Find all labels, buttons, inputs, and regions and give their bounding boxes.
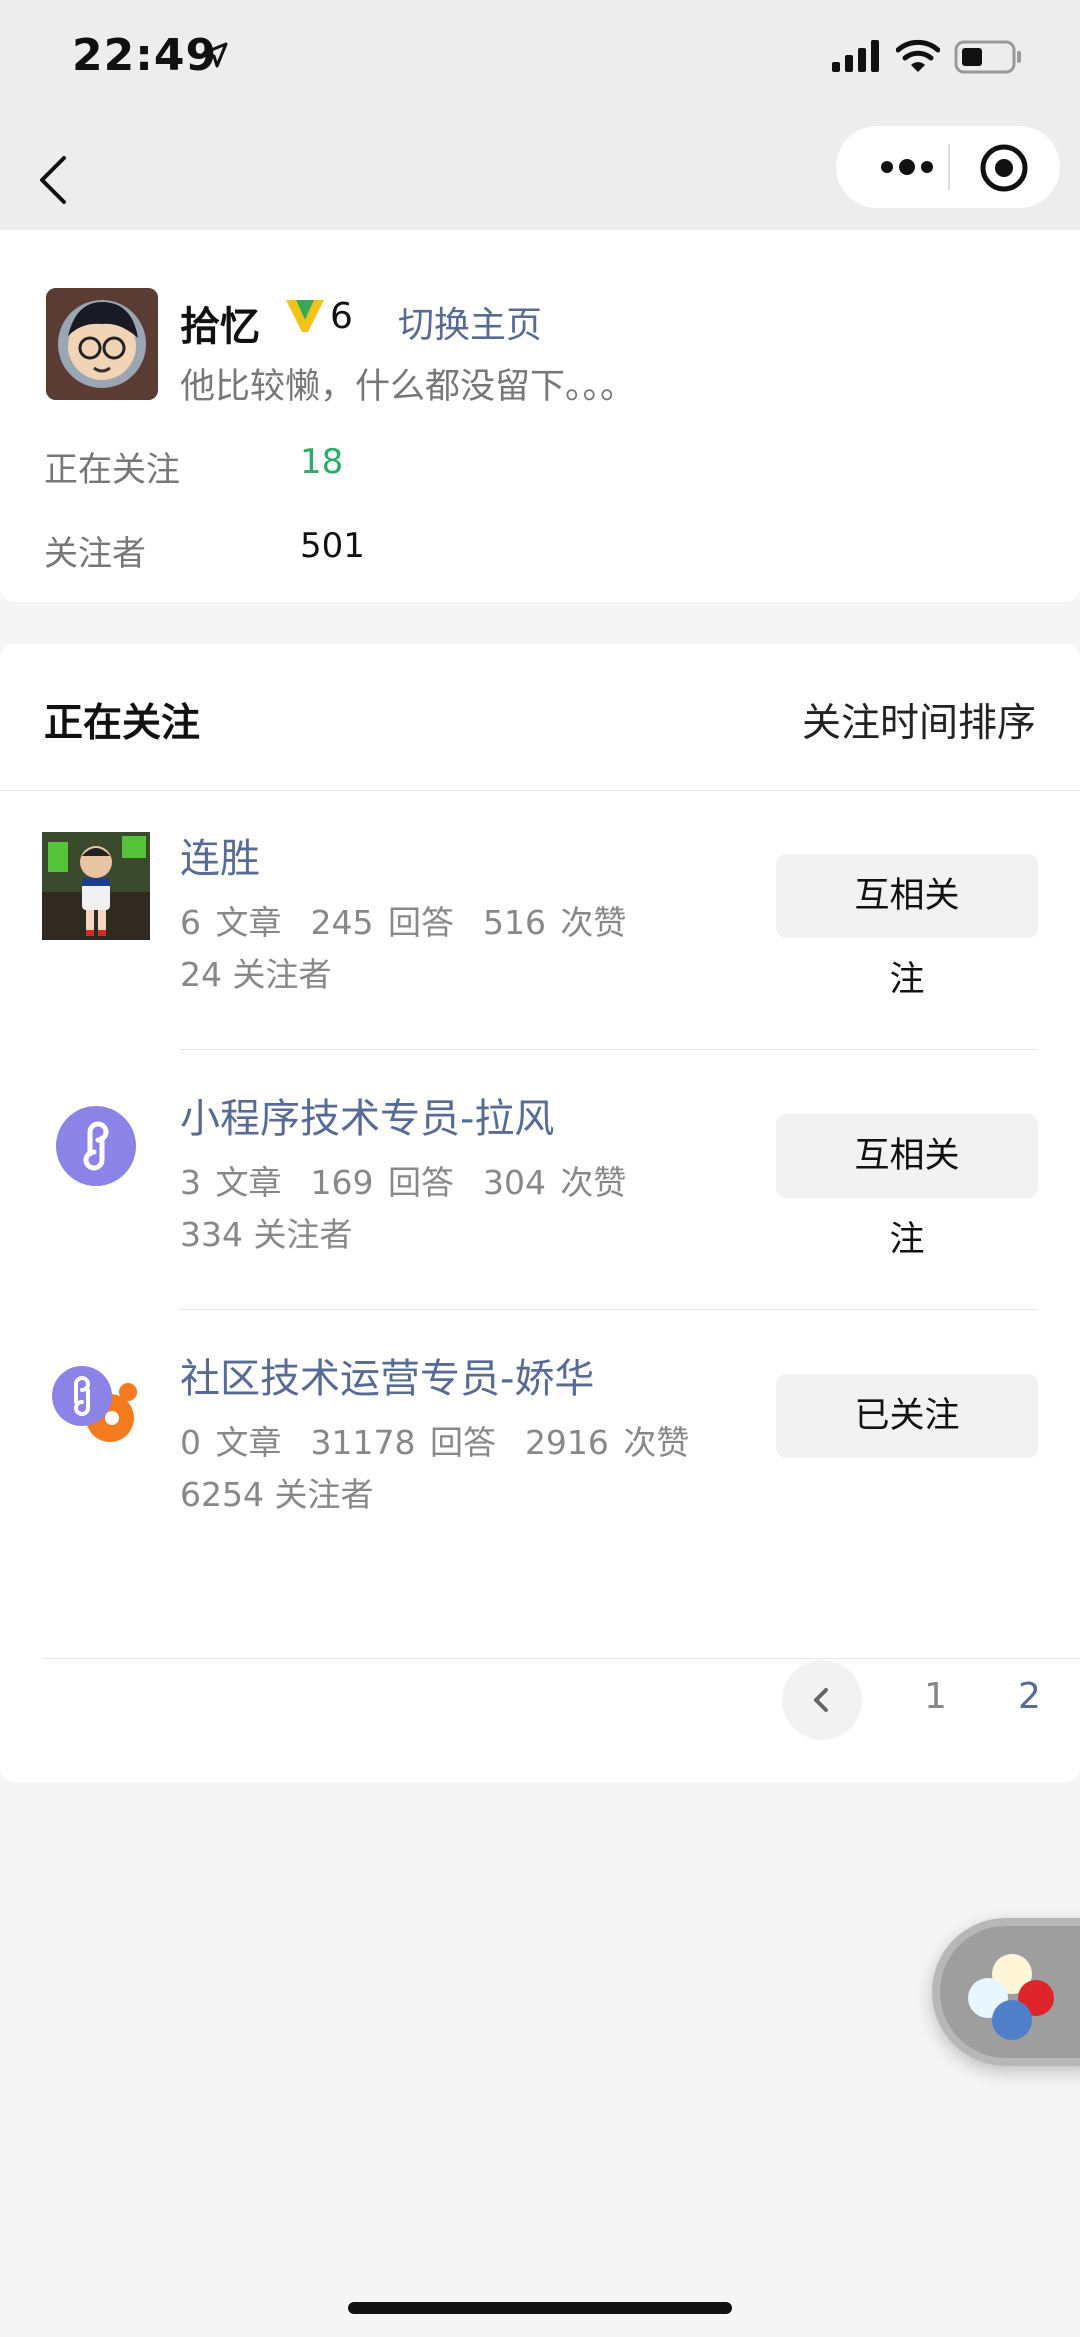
more-dots-icon[interactable] [870, 144, 944, 190]
page-2-button[interactable]: 2 [1018, 1676, 1041, 1717]
following-count[interactable]: 18 [300, 442, 343, 482]
divider [42, 1658, 1080, 1659]
user-stats: 6 文章 245 回答 516 次赞 [180, 896, 626, 944]
username: 拾忆 [180, 304, 260, 350]
following-label[interactable]: 正在关注 [44, 442, 180, 491]
wifi-icon [896, 39, 940, 72]
floating-apps-icon [968, 1954, 1054, 2040]
answers-count: 245 回答 [310, 903, 454, 942]
followers-label[interactable]: 关注者 [44, 526, 146, 575]
user-name[interactable]: 社区技术运营专员-娇华 [180, 1346, 594, 1404]
location-arrow-icon [202, 42, 228, 68]
floating-window-bubble[interactable] [932, 1918, 1080, 2066]
miniprogram-link-icon [56, 1106, 136, 1186]
answers-count: 31178 回答 [310, 1423, 496, 1462]
follow-button-label: 已关注 [854, 1396, 960, 1436]
switch-homepage-link[interactable]: 切换主页 [398, 296, 542, 348]
profile-bio: 他比较懒，什么都没留下。。。 [180, 367, 636, 407]
followers-count[interactable]: 501 [300, 526, 365, 566]
floating-window-inner [940, 1926, 1080, 2058]
level-number: 6 [330, 296, 353, 337]
follow-button-label: 互相关 [854, 876, 960, 916]
follow-button-label-wrap: 注 [889, 1220, 925, 1260]
back-chevron-icon[interactable] [34, 150, 74, 210]
home-indicator [348, 2302, 732, 2314]
page-1-button[interactable]: 1 [924, 1676, 947, 1717]
following-list-card: 正在关注 关注时间排序 连胜 6 文章 245 回答 516 次赞 24 关注者… [0, 644, 1080, 1782]
chevron-left-icon [814, 1688, 828, 1712]
articles-count: 3 文章 [180, 1163, 282, 1202]
signal-icon [832, 40, 879, 72]
sort-by-follow-time-button[interactable]: 关注时间排序 [802, 692, 1036, 748]
follow-button-label-wrap: 注 [889, 960, 925, 1000]
answers-count: 169 回答 [310, 1163, 454, 1202]
mutual-follow-button[interactable]: 互相关 注 [776, 854, 1038, 1000]
user-stats: 3 文章 169 回答 304 次赞 [180, 1156, 626, 1204]
user-followers: 6254 关注者 [180, 1475, 374, 1514]
user-followers: 24 关注者 [180, 955, 332, 994]
avatar[interactable] [46, 288, 158, 400]
mutual-follow-button[interactable]: 互相关 注 [776, 1114, 1038, 1260]
list-item[interactable]: 小程序技术专员-拉风 3 文章 169 回答 304 次赞 334 关注者 互相… [0, 1050, 1080, 1310]
user-name[interactable]: 小程序技术专员-拉风 [180, 1086, 554, 1144]
articles-count: 6 文章 [180, 903, 282, 942]
battery-icon [954, 40, 1021, 74]
follow-button-label: 互相关 [854, 1136, 960, 1176]
user-stats: 0 文章 31178 回答 2916 次赞 [180, 1416, 689, 1464]
user-avatar [42, 832, 150, 940]
likes-count: 304 次赞 [482, 1163, 627, 1202]
likes-count: 2916 次赞 [524, 1423, 690, 1462]
list-item[interactable]: 连胜 6 文章 245 回答 516 次赞 24 关注者 互相关 注 [0, 790, 1080, 1050]
articles-count: 0 文章 [180, 1423, 282, 1462]
avatar-image [46, 288, 158, 400]
close-target-icon[interactable] [976, 140, 1032, 196]
prev-page-button[interactable] [782, 1660, 862, 1740]
status-bar: 22:49 [0, 0, 1080, 120]
capsule-divider [948, 144, 950, 190]
likes-count: 516 次赞 [482, 903, 627, 942]
followed-button[interactable]: 已关注 [776, 1374, 1038, 1458]
capsule-menu [836, 126, 1060, 208]
section-title: 正在关注 [44, 701, 201, 746]
profile-card: 拾忆 6 切换主页 他比较懒，什么都没留下。。。 正在关注 18 关注者 501 [0, 230, 1080, 602]
list-item[interactable]: 社区技术运营专员-娇华 0 文章 31178 回答 2916 次赞 6254 关… [0, 1310, 1080, 1570]
v-level-badge-icon [286, 300, 324, 332]
status-time: 22:49 [72, 30, 218, 81]
user-name[interactable]: 连胜 [180, 826, 260, 884]
user-followers: 334 关注者 [180, 1215, 353, 1254]
miniprogram-community-icon [52, 1366, 137, 1442]
